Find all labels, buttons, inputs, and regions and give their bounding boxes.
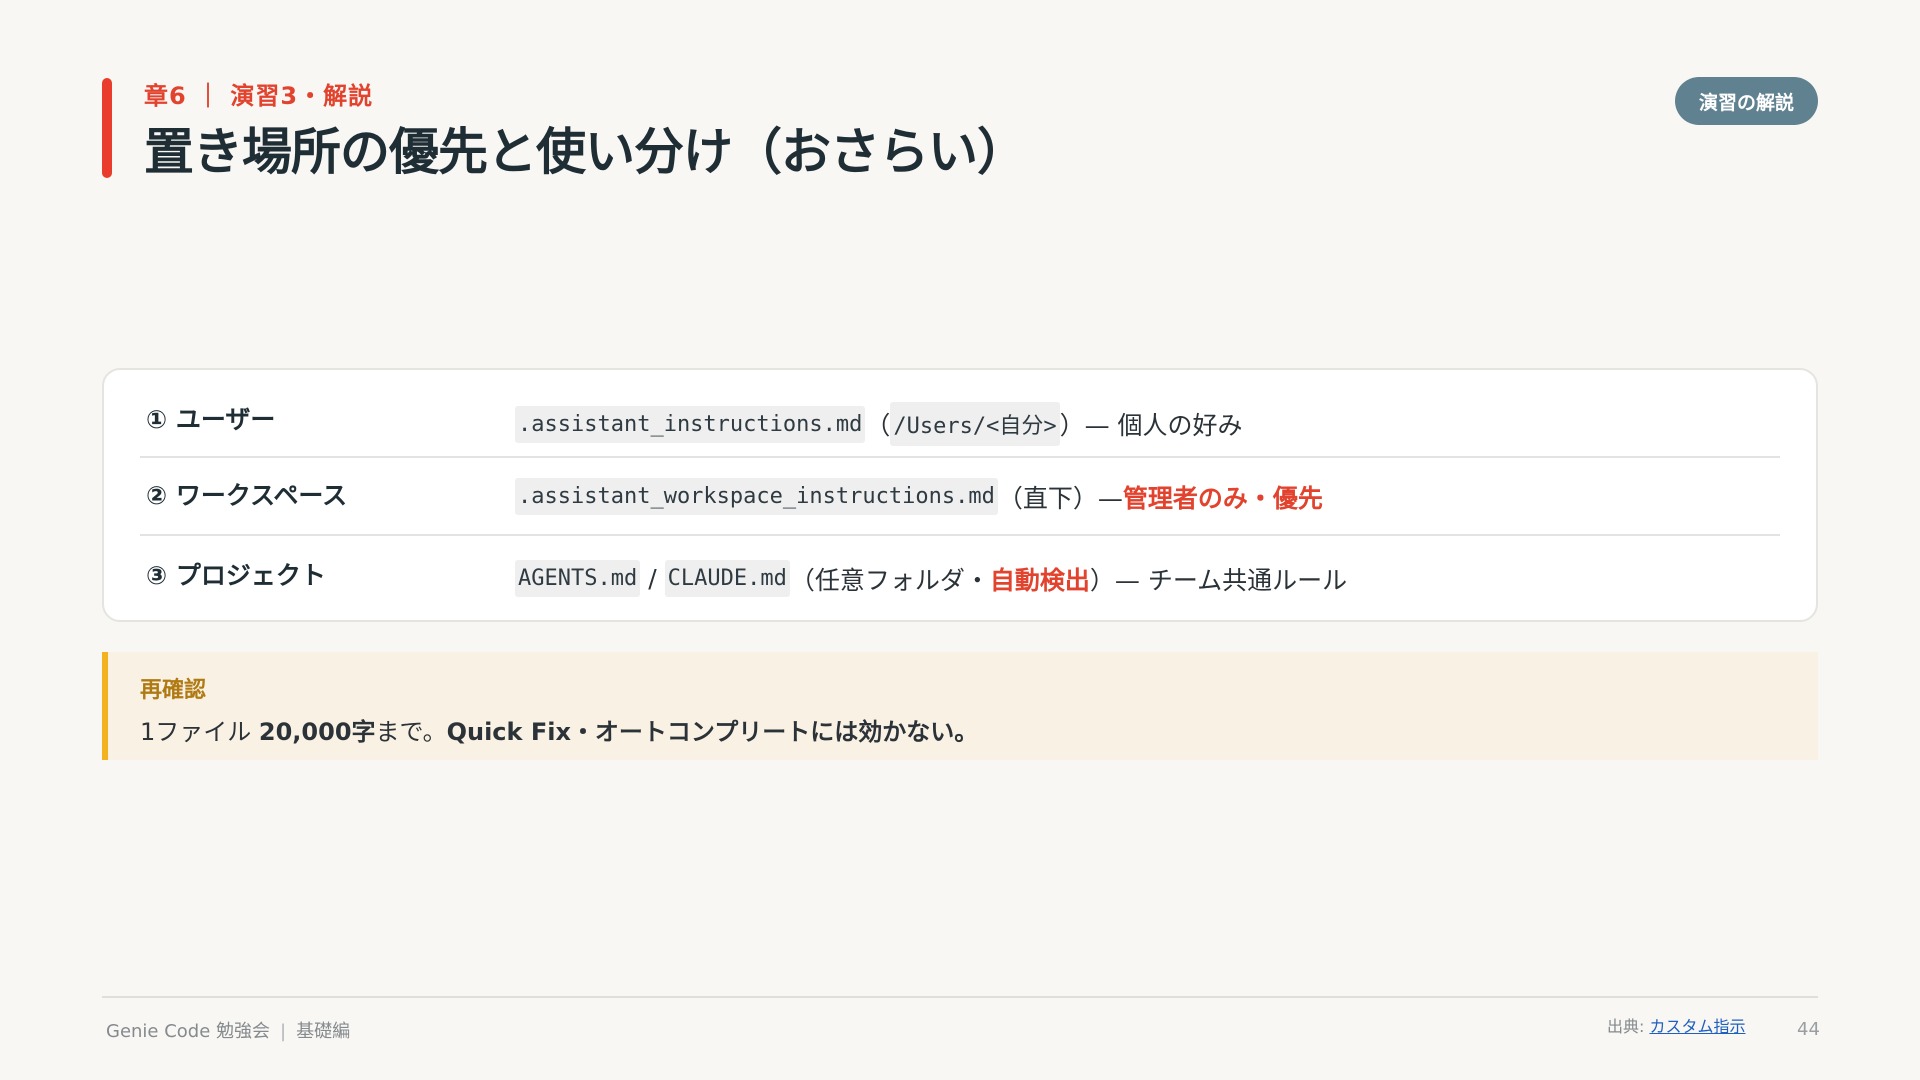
page-title: 置き場所の優先と使い分け（おさらい） <box>144 123 1027 181</box>
page-number: 44 <box>1797 1019 1820 1040</box>
row-value-project: AGENTS.md / CLAUDE.md （任意フォルダ・ 自動検出 ）— チ… <box>515 560 1347 597</box>
callout-title: 再確認 <box>140 678 207 703</box>
callout-text: まで。 <box>375 718 447 746</box>
row-label-project: ③ プロジェクト <box>146 561 326 590</box>
code-filename: CLAUDE.md <box>664 560 790 597</box>
footer-divider <box>102 996 1818 998</box>
reminder-callout: 再確認 1ファイル 20,000字まで。Quick Fix・オートコンプリートに… <box>102 652 1818 760</box>
section-badge: 演習の解説 <box>1675 77 1818 125</box>
slash-separator: / <box>648 564 657 593</box>
code-filename: AGENTS.md <box>515 560 641 597</box>
title-accent-bar <box>102 78 112 178</box>
row-description: （直下）— <box>997 483 1123 513</box>
locations-table: ① ユーザー .assistant_instructions.md （ /Use… <box>102 368 1818 622</box>
row-value-user: .assistant_instructions.md （ /Users/<自分>… <box>515 402 1243 446</box>
row-label-workspace: ② ワークスペース <box>146 481 348 510</box>
code-path: /Users/<自分> <box>890 402 1060 446</box>
callout-body: 1ファイル 20,000字まで。Quick Fix・オートコンプリートには効かな… <box>140 712 978 747</box>
row-description: （任意フォルダ・ <box>789 565 990 595</box>
highlight-text: 自動検出 <box>989 565 1090 595</box>
chapter-kicker: 章6 ｜ 演習3・解説 <box>144 82 374 110</box>
footer-course: Genie Code 勉強会 | 基礎編 <box>106 1017 350 1043</box>
row-description: ）— チーム共通ルール <box>1089 565 1348 595</box>
callout-bold: 20,000字 <box>258 718 376 746</box>
code-filename: .assistant_workspace_instructions.md <box>515 478 998 515</box>
footer-course-name: Genie Code 勉強会 <box>106 1021 271 1042</box>
footer-pipe: | <box>280 1021 287 1042</box>
source-label: 出典: <box>1607 1017 1650 1036</box>
callout-bold: Quick Fix・オートコンプリートには効かない。 <box>446 718 979 746</box>
code-filename: .assistant_instructions.md <box>515 405 866 443</box>
table-row: ① ユーザー .assistant_instructions.md （ /Use… <box>140 370 1780 458</box>
row-value-workspace: .assistant_workspace_instructions.md （直下… <box>515 478 1323 515</box>
row-label-user: ① ユーザー <box>146 405 276 434</box>
row-description: ）— 個人の好み <box>1059 411 1243 440</box>
table-row: ② ワークスペース .assistant_workspace_instructi… <box>140 456 1780 536</box>
table-row: ③ プロジェクト AGENTS.md / CLAUDE.md （任意フォルダ・ … <box>140 534 1780 620</box>
highlight-text: 管理者のみ・優先 <box>1122 483 1323 513</box>
source-link[interactable]: カスタム指示 <box>1649 1017 1745 1036</box>
callout-text: 1ファイル <box>140 718 259 746</box>
paren-open: （ <box>865 411 891 440</box>
footer-section: 基礎編 <box>296 1021 351 1042</box>
source-citation: 出典: カスタム指示 <box>1607 1013 1746 1037</box>
